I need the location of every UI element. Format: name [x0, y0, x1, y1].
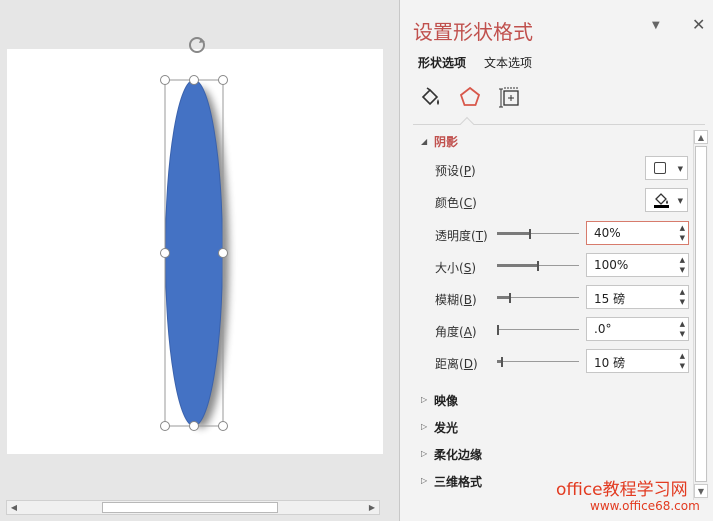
pane-title: 设置形状格式	[413, 20, 533, 44]
slide-canvas-area: ◀ ▶	[0, 0, 399, 521]
section-glow[interactable]: 发光	[434, 419, 458, 436]
paint-bucket-icon	[652, 192, 672, 213]
transparency-spinner[interactable]: 40% ▲ ▼	[586, 221, 689, 245]
scroll-up-icon[interactable]: ▲	[694, 130, 708, 144]
close-icon[interactable]: ✕	[692, 15, 705, 34]
decrement-icon[interactable]: ▼	[680, 298, 685, 306]
ellipse-shape	[165, 79, 223, 427]
blur-spinner[interactable]: 15 磅 ▲ ▼	[586, 285, 689, 309]
horizontal-scrollbar[interactable]: ◀ ▶	[6, 500, 380, 515]
tab-divider	[413, 124, 705, 125]
angle-slider[interactable]	[497, 323, 579, 337]
expand-arrow-icon[interactable]: ▷	[421, 395, 427, 404]
tab-shape-options[interactable]: 形状选项	[418, 54, 466, 71]
blur-slider[interactable]	[497, 291, 579, 305]
size-spinner[interactable]: 100% ▲ ▼	[586, 253, 689, 277]
section-reflection[interactable]: 映像	[434, 392, 458, 409]
chevron-down-icon: ▼	[677, 197, 683, 205]
transparency-slider[interactable]	[497, 227, 579, 241]
preset-picker-button[interactable]: ▼	[645, 156, 688, 180]
section-shadow[interactable]: 阴影	[434, 133, 458, 150]
section-3d-format[interactable]: 三维格式	[434, 473, 482, 490]
angle-spinner[interactable]: .0° ▲ ▼	[586, 317, 689, 341]
angle-label: 角度(A)	[435, 325, 477, 339]
distance-label: 距离(D)	[435, 357, 478, 371]
angle-value: .0°	[594, 322, 612, 336]
preset-label: 预设(P)	[435, 164, 476, 178]
scroll-thumb[interactable]	[102, 502, 278, 513]
decrement-icon[interactable]: ▼	[680, 330, 685, 338]
transparency-label: 透明度(T)	[435, 229, 488, 243]
increment-icon[interactable]: ▲	[680, 352, 685, 360]
decrement-icon[interactable]: ▼	[680, 362, 685, 370]
increment-icon[interactable]: ▲	[680, 224, 685, 232]
increment-icon[interactable]: ▲	[680, 320, 685, 328]
distance-value: 10 磅	[594, 356, 626, 370]
pane-options-icon[interactable]: ▼	[652, 20, 660, 31]
app-window: ◀ ▶ 设置形状格式 ▼ ✕ 形状选项 文本选项 ◢ 阴影 预设(P) ▼ 颜色…	[0, 0, 713, 521]
vertical-scrollbar[interactable]: ▲ ▼	[693, 130, 708, 500]
increment-icon[interactable]: ▲	[680, 288, 685, 296]
expand-arrow-icon[interactable]: ▷	[421, 449, 427, 458]
distance-slider[interactable]	[497, 355, 579, 369]
collapse-arrow-icon[interactable]: ◢	[421, 137, 427, 146]
size-value: 100%	[594, 258, 629, 272]
section-soft-edges[interactable]: 柔化边缘	[434, 446, 482, 463]
decrement-icon[interactable]: ▼	[680, 234, 685, 242]
format-shape-pane: 设置形状格式 ▼ ✕ 形状选项 文本选项 ◢ 阴影 预设(P) ▼ 颜色(C) …	[400, 0, 713, 521]
expand-arrow-icon[interactable]: ▷	[421, 422, 427, 431]
scroll-right-icon[interactable]: ▶	[365, 501, 379, 514]
blur-value: 15 磅	[594, 292, 626, 306]
increment-icon[interactable]: ▲	[680, 256, 685, 264]
selected-shape[interactable]	[150, 30, 240, 442]
chevron-down-icon: ▼	[677, 165, 683, 173]
shadow-preset-icon	[654, 162, 666, 174]
decrement-icon[interactable]: ▼	[680, 266, 685, 274]
size-properties-icon[interactable]	[496, 83, 524, 111]
color-label: 颜色(C)	[435, 196, 477, 210]
scroll-left-icon[interactable]: ◀	[7, 501, 21, 514]
distance-spinner[interactable]: 10 磅 ▲ ▼	[586, 349, 689, 373]
effects-pentagon-icon[interactable]	[456, 83, 484, 111]
size-slider[interactable]	[497, 259, 579, 273]
blur-label: 模糊(B)	[435, 293, 477, 307]
active-tab-pointer	[459, 116, 475, 132]
scroll-thumb[interactable]	[695, 146, 707, 482]
tab-text-options[interactable]: 文本选项	[484, 54, 532, 71]
size-label: 大小(S)	[435, 261, 477, 275]
color-picker-button[interactable]: ▼	[645, 188, 688, 212]
watermark-title: office教程学习网	[556, 480, 688, 500]
scroll-down-icon[interactable]: ▼	[694, 484, 708, 498]
transparency-value: 40%	[594, 226, 621, 240]
rotate-handle-icon[interactable]	[189, 37, 205, 53]
fill-line-icon[interactable]	[416, 83, 444, 111]
expand-arrow-icon[interactable]: ▷	[421, 476, 427, 485]
watermark-url: www.office68.com	[590, 499, 700, 513]
